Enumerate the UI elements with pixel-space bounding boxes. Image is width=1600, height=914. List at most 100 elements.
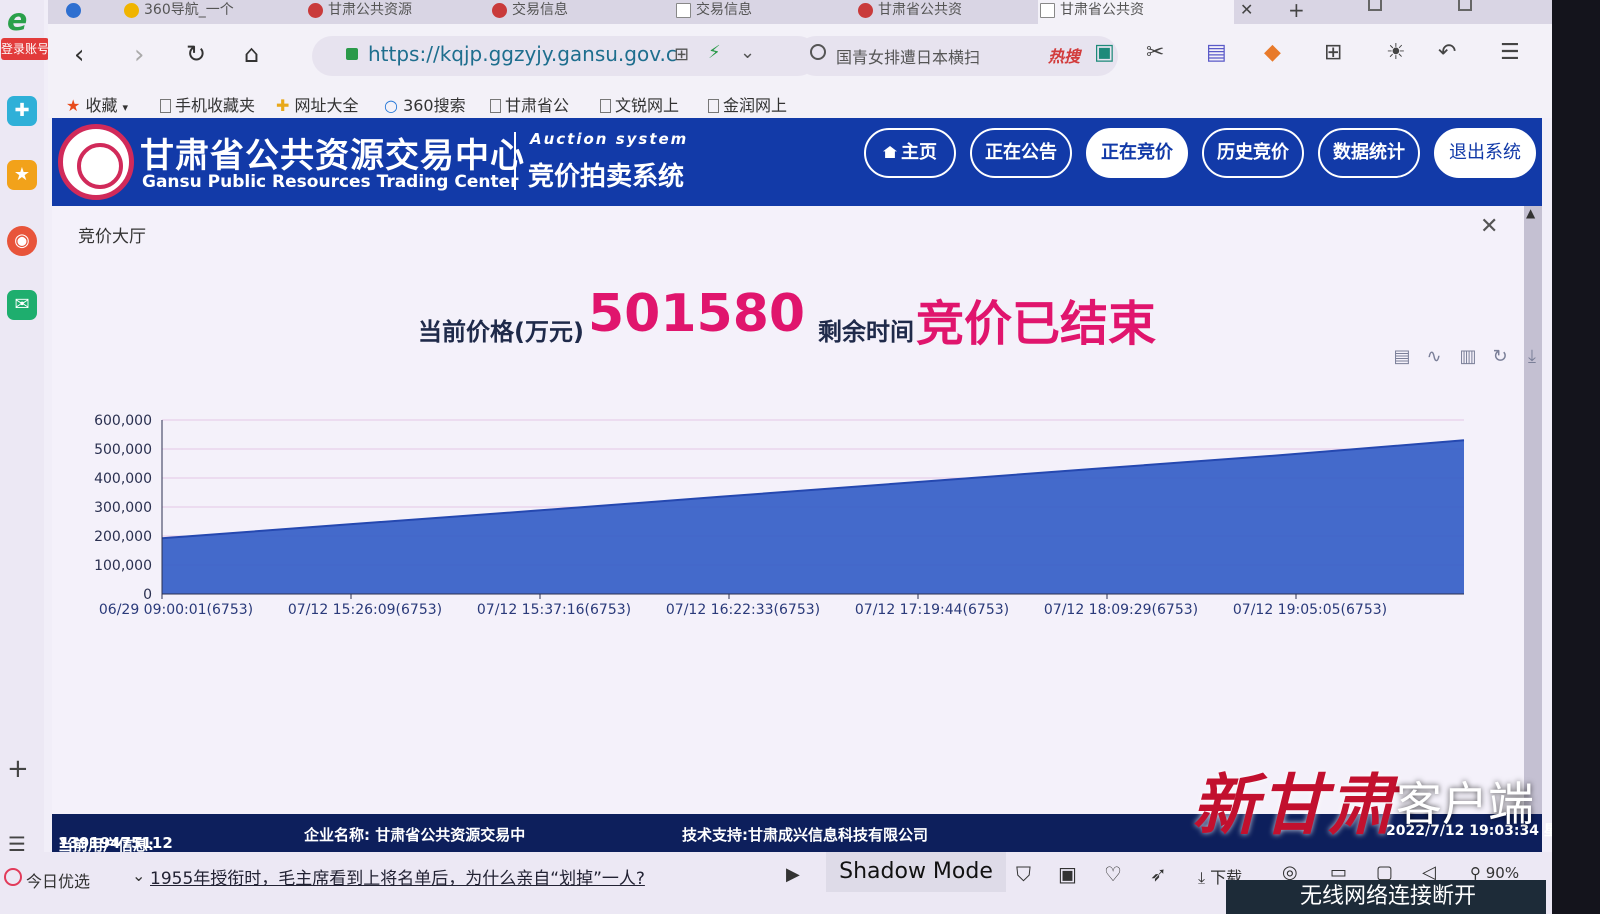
health-heart-icon[interactable]: ♡: [1104, 862, 1122, 886]
current-price-label: 当前价格(万元): [418, 318, 584, 346]
y-axis: 600,000 500,000 400,000 300,000 200,000 100,0…: [94, 413, 163, 603]
y-tick-label: 600,000: [94, 413, 152, 429]
chevron-down-icon: ⌄: [132, 866, 146, 885]
tab-label: 360导航_一个: [144, 2, 234, 18]
bookmark-jinrun[interactable]: 金润网上: [708, 92, 787, 116]
bookmark-label: 360搜索: [403, 96, 466, 115]
today-picks[interactable]: 今日优选: [26, 868, 90, 892]
bookmark-favorites[interactable]: ★ 收藏 ▾: [66, 92, 128, 116]
menu-icon[interactable]: ☰: [1500, 40, 1520, 65]
tab-label: 交易信息: [512, 2, 568, 18]
price-chart: 600,000 500,000 400,000 300,000 200,000 100,0…: [94, 413, 1465, 618]
scrollbar[interactable]: [1524, 206, 1542, 814]
shield-icon[interactable]: ⛉: [1016, 862, 1031, 886]
screenshot-scissors-icon[interactable]: ✂: [1146, 40, 1164, 65]
bookmark-directory[interactable]: ✚ 网址大全: [276, 92, 359, 116]
tab-4[interactable]: 交易信息: [674, 0, 850, 24]
forward-icon[interactable]: ›: [134, 40, 144, 70]
close-icon[interactable]: ✕: [1480, 214, 1498, 239]
bookmark-label: 网址大全: [294, 96, 359, 115]
price-area-series: [162, 440, 1464, 594]
video-icon[interactable]: ▶: [786, 864, 800, 885]
download-icon[interactable]: ⤓: [1522, 346, 1542, 368]
nav-statistics-button[interactable]: 数据统计: [1318, 128, 1420, 178]
directory-icon: ✚: [276, 96, 290, 115]
back-icon[interactable]: ‹: [74, 40, 84, 70]
nav-announcements-button[interactable]: 正在公告: [970, 128, 1072, 178]
site-favicon-icon: [124, 3, 139, 18]
x-tick-label: 07/12 19:05:05(6753): [1233, 602, 1387, 618]
tab-pinned[interactable]: [64, 0, 90, 24]
tab-5[interactable]: 甘肃省公共资: [856, 0, 1032, 24]
bookmark-gansu[interactable]: 甘肃省公: [490, 92, 569, 116]
translate-icon[interactable]: ▤: [1206, 40, 1227, 65]
window-control-icon[interactable]: [1458, 0, 1472, 11]
refresh-icon[interactable]: ↻: [186, 40, 206, 68]
favorites-star-icon[interactable]: ★: [7, 160, 37, 190]
rocket-icon[interactable]: ➶: [1150, 862, 1167, 886]
news-link[interactable]: 1955年授衔时，毛主席看到上将名单后，为什么亲自“划掉”一人?: [150, 864, 645, 889]
scroll-up-icon[interactable]: ▲: [1526, 206, 1535, 220]
bar-chart-icon[interactable]: ▥: [1458, 346, 1478, 368]
bookmark-360search[interactable]: ○ 360搜索: [384, 92, 466, 116]
search-input[interactable]: 国青女排遭日本横扫: [836, 44, 980, 68]
search-box[interactable]: 国青女排遭日本横扫 热搜: [796, 36, 1118, 76]
x-tick-label: 06/29 09:00:01(6753): [99, 602, 253, 618]
address-bar[interactable]: https://kqjp.ggzyjy.gansu.gov.c ⊞ ⚡ ⌄: [312, 36, 818, 76]
bookmark-wenrui[interactable]: 文锐网上: [600, 92, 679, 116]
add-icon[interactable]: +: [7, 754, 29, 784]
chevron-down-icon: ▾: [122, 101, 129, 114]
star-icon: ★: [66, 96, 81, 115]
address-input[interactable]: https://kqjp.ggzyjy.gansu.gov.c: [368, 42, 677, 66]
new-tab-icon[interactable]: +: [1288, 0, 1305, 22]
data-view-icon[interactable]: ▤: [1392, 346, 1412, 368]
search-icon: [810, 44, 826, 60]
tab-2[interactable]: 甘肃公共资源: [306, 0, 482, 24]
undo-icon[interactable]: ↶: [1438, 40, 1456, 65]
bookmark-label: 收藏: [85, 96, 118, 115]
apps-grid-icon[interactable]: ⊞: [1324, 40, 1342, 65]
nav-history-button[interactable]: 历史竞价: [1202, 128, 1304, 178]
restore-icon[interactable]: ↻: [1490, 346, 1510, 368]
tab-strip: 360导航_一个 甘肃公共资源 交易信息 交易信息 甘肃省公共资 甘肃省公共资 …: [48, 0, 1552, 24]
panel-title: 竞价大厅: [78, 227, 146, 247]
tab-label: 甘肃省公共资: [878, 2, 962, 18]
home-icon[interactable]: ⌂: [244, 40, 259, 68]
tab-6-active[interactable]: 甘肃省公共资: [1038, 0, 1234, 24]
nav-bidding-button[interactable]: 正在竞价: [1086, 128, 1188, 178]
brightness-icon[interactable]: ☀: [1386, 40, 1406, 65]
close-tab-icon[interactable]: ✕: [1240, 0, 1253, 19]
browser-icon: [66, 3, 81, 18]
bookmark-label: 金润网上: [723, 96, 788, 115]
nav-home-button[interactable]: 主页: [864, 128, 956, 178]
weibo-icon[interactable]: ◉: [7, 226, 37, 256]
speed-icon[interactable]: ⚡: [708, 42, 721, 63]
window-control-icon[interactable]: [1368, 0, 1382, 11]
document-icon: [676, 3, 691, 18]
reader-icon[interactable]: ▣: [1094, 40, 1115, 65]
tab-1[interactable]: 360导航_一个: [122, 0, 298, 24]
current-price-value: 501580: [588, 284, 806, 344]
news-watermark: 新甘肃客户端: [1192, 752, 1534, 848]
bookmark-mobile[interactable]: 手机收藏夹: [160, 92, 255, 116]
site-title: 甘肃省公共资源交易中心: [140, 136, 525, 176]
hot-search-badge[interactable]: 热搜: [1048, 43, 1080, 67]
logout-button[interactable]: 退出系统: [1434, 128, 1536, 178]
lock-icon: [346, 48, 358, 60]
chevron-down-icon[interactable]: ⌄: [740, 42, 755, 63]
line-chart-icon[interactable]: ∿: [1424, 346, 1444, 368]
qr-icon[interactable]: ⊞: [674, 44, 689, 65]
document-icon: [490, 99, 501, 113]
health-icon[interactable]: ✚: [7, 96, 37, 126]
heart-icon[interactable]: [4, 868, 22, 886]
home-icon: [883, 146, 897, 158]
login-button[interactable]: 登录账号: [1, 38, 49, 60]
header-divider: [514, 132, 516, 190]
bookmark-label: 甘肃省公: [505, 96, 570, 115]
wallet-icon[interactable]: ◆: [1264, 40, 1281, 65]
x-tick-label: 07/12 17:19:44(6753): [855, 602, 1009, 618]
image-icon[interactable]: ▣: [1058, 862, 1077, 886]
tab-3[interactable]: 交易信息: [490, 0, 666, 24]
mail-icon[interactable]: ✉: [7, 290, 37, 320]
x-tick-label: 07/12 16:22:33(6753): [666, 602, 820, 618]
